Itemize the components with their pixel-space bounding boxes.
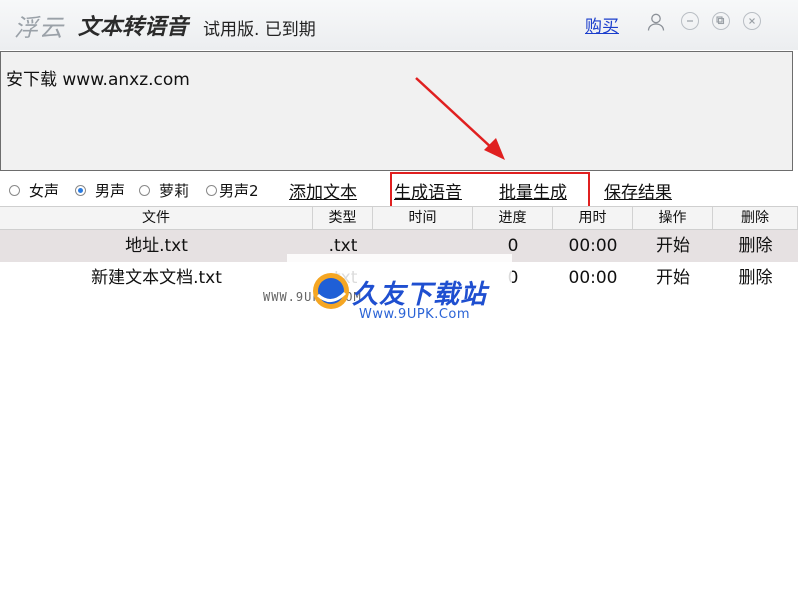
delete-button[interactable]: 删除 [713, 262, 798, 294]
column-header-type[interactable]: 类型 [313, 207, 373, 229]
delete-button[interactable]: 删除 [713, 230, 798, 262]
annotation-highlight-box [390, 172, 590, 208]
column-header-time[interactable]: 时间 [373, 207, 473, 229]
start-button[interactable]: 开始 [633, 230, 713, 262]
voice-option-label: 女声 [29, 182, 60, 200]
close-icon[interactable] [743, 12, 763, 32]
title-bar: 浮云 文本转语音 试用版. 已到期 购买 [0, 0, 798, 50]
radio-icon [139, 185, 150, 196]
brand-logo: 浮云 [14, 14, 64, 42]
app-title: 文本转语音 [78, 15, 189, 40]
user-icon[interactable] [646, 12, 666, 32]
maximize-icon[interactable] [712, 12, 732, 32]
start-button[interactable]: 开始 [633, 262, 713, 294]
text-input-area[interactable]: 安下载 www.anxz.com [0, 51, 793, 171]
column-header-file[interactable]: 文件 [0, 207, 313, 229]
add-text-link[interactable]: 添加文本 [289, 178, 357, 203]
voice-option-loli[interactable]: 萝莉 [139, 180, 189, 201]
table-header: 文件 类型 时间 进度 用时 操作 删除 [0, 206, 798, 230]
trial-status: 试用版. 已到期 [203, 20, 316, 40]
cell-elapsed: 00:00 [568, 268, 618, 288]
cell-file: 地址.txt [125, 236, 188, 256]
column-header-action[interactable]: 操作 [633, 207, 713, 229]
cell-elapsed: 00:00 [568, 236, 618, 256]
column-header-delete[interactable]: 删除 [713, 207, 798, 229]
column-header-elapsed[interactable]: 用时 [553, 207, 633, 229]
buy-link[interactable]: 购买 [585, 12, 619, 37]
radio-selected-icon [75, 185, 86, 196]
voice-option-male[interactable]: 男声 [75, 180, 125, 201]
watermark: WWW.9UPK.COM 久友下载站 Www.9UPK.Com [263, 254, 512, 326]
watermark-url: Www.9UPK.Com [359, 307, 471, 322]
voice-option-male2[interactable]: 男声2 [206, 180, 259, 201]
radio-icon [206, 185, 217, 196]
voice-option-label: 萝莉 [159, 182, 190, 200]
voice-option-label: 男声2 [219, 182, 259, 200]
voice-option-label: 男声 [95, 182, 126, 200]
watermark-name: 久友下载站 [352, 280, 488, 310]
minimize-icon[interactable] [681, 12, 701, 32]
radio-icon [9, 185, 20, 196]
save-result-link[interactable]: 保存结果 [604, 178, 672, 203]
voice-option-female[interactable]: 女声 [9, 180, 59, 201]
column-header-progress[interactable]: 进度 [473, 207, 553, 229]
globe-logo-icon [311, 271, 351, 311]
